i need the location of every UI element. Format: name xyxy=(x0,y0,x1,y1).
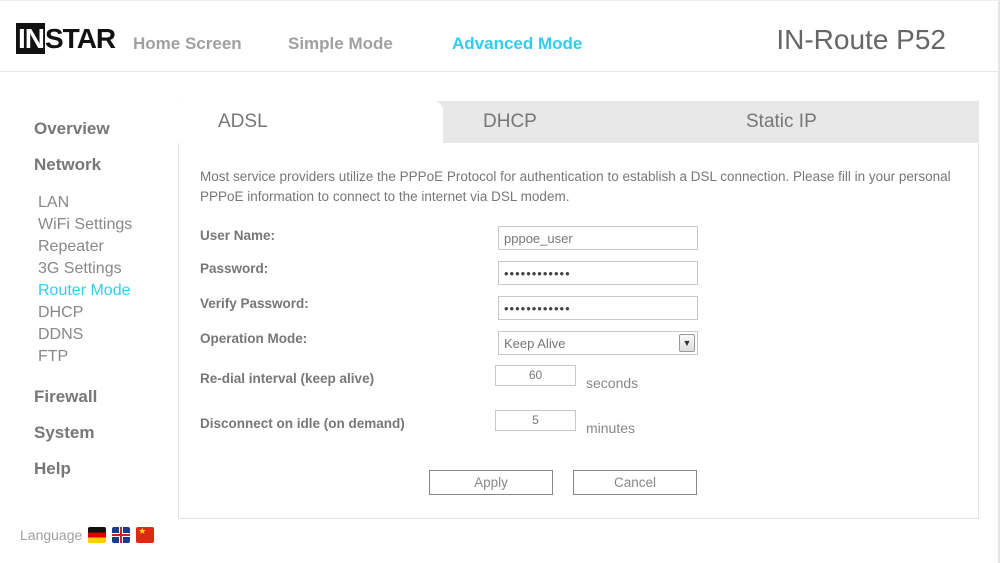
sidebar-item-system[interactable]: System xyxy=(34,423,94,443)
sidebar-item-ddns[interactable]: DDNS xyxy=(38,325,83,345)
operation-mode-value: Keep Alive xyxy=(504,336,566,351)
apply-button[interactable]: Apply xyxy=(429,470,553,495)
tab-static-ip[interactable]: Static IP xyxy=(746,101,817,143)
intro-text: Most service providers utilize the PPPoE… xyxy=(200,169,951,204)
sidebar-item-lan[interactable]: LAN xyxy=(38,193,69,213)
tab-bar: ADSL DHCP Static IP xyxy=(178,101,979,143)
password-input[interactable] xyxy=(498,261,698,285)
header: INSTAR Home Screen Simple Mode Advanced … xyxy=(0,0,1000,72)
sidebar-item-dhcp[interactable]: DHCP xyxy=(38,303,83,323)
redial-unit: seconds xyxy=(586,375,639,391)
cancel-button[interactable]: Cancel xyxy=(573,470,697,495)
nav-home-screen[interactable]: Home Screen xyxy=(133,34,242,54)
cn-flag-icon[interactable] xyxy=(136,527,155,543)
disconnect-idle-input[interactable]: 5 xyxy=(495,410,576,431)
password-label: Password: xyxy=(200,261,269,276)
verify-password-input[interactable] xyxy=(498,296,698,320)
product-title: IN-Route P52 xyxy=(776,24,946,55)
disconnect-idle-label: Disconnect on idle (on demand) xyxy=(200,416,405,431)
sidebar-item-overview[interactable]: Overview xyxy=(34,119,110,139)
sidebar-item-wifi-settings[interactable]: WiFi Settings xyxy=(38,215,132,235)
sidebar-item-3g-settings[interactable]: 3G Settings xyxy=(38,259,122,279)
sidebar-item-help[interactable]: Help xyxy=(34,459,71,479)
user-name-input[interactable] xyxy=(498,226,698,250)
sidebar-item-repeater[interactable]: Repeater xyxy=(38,237,104,257)
sidebar-item-network[interactable]: Network xyxy=(34,155,101,175)
nav-advanced-mode[interactable]: Advanced Mode xyxy=(452,34,582,54)
tab-dhcp[interactable]: DHCP xyxy=(483,101,537,143)
tab-adsl[interactable]: ADSL xyxy=(178,101,443,143)
instar-logo[interactable]: INSTAR xyxy=(16,22,116,56)
disconnect-unit: minutes xyxy=(586,420,636,436)
sidebar-item-router-mode[interactable]: Router Mode xyxy=(38,281,131,301)
operation-mode-select[interactable]: Keep Alive ▼ xyxy=(498,331,698,355)
sidebar-item-ftp[interactable]: FTP xyxy=(38,347,68,367)
user-name-label: User Name: xyxy=(200,228,276,243)
sidebar-item-firewall[interactable]: Firewall xyxy=(34,387,97,407)
uk-flag-icon[interactable] xyxy=(112,527,131,543)
redial-interval-input[interactable]: 60 xyxy=(495,365,576,386)
de-flag-icon[interactable] xyxy=(88,527,107,543)
verify-password-label: Verify Password: xyxy=(200,296,309,311)
redial-interval-label: Re-dial interval (keep alive) xyxy=(200,371,375,386)
nav-simple-mode[interactable]: Simple Mode xyxy=(288,34,393,54)
language-label: Language xyxy=(20,527,83,543)
chevron-down-icon[interactable]: ▼ xyxy=(679,334,695,352)
language-selector: Language xyxy=(20,527,155,543)
operation-mode-label: Operation Mode: xyxy=(200,331,308,346)
